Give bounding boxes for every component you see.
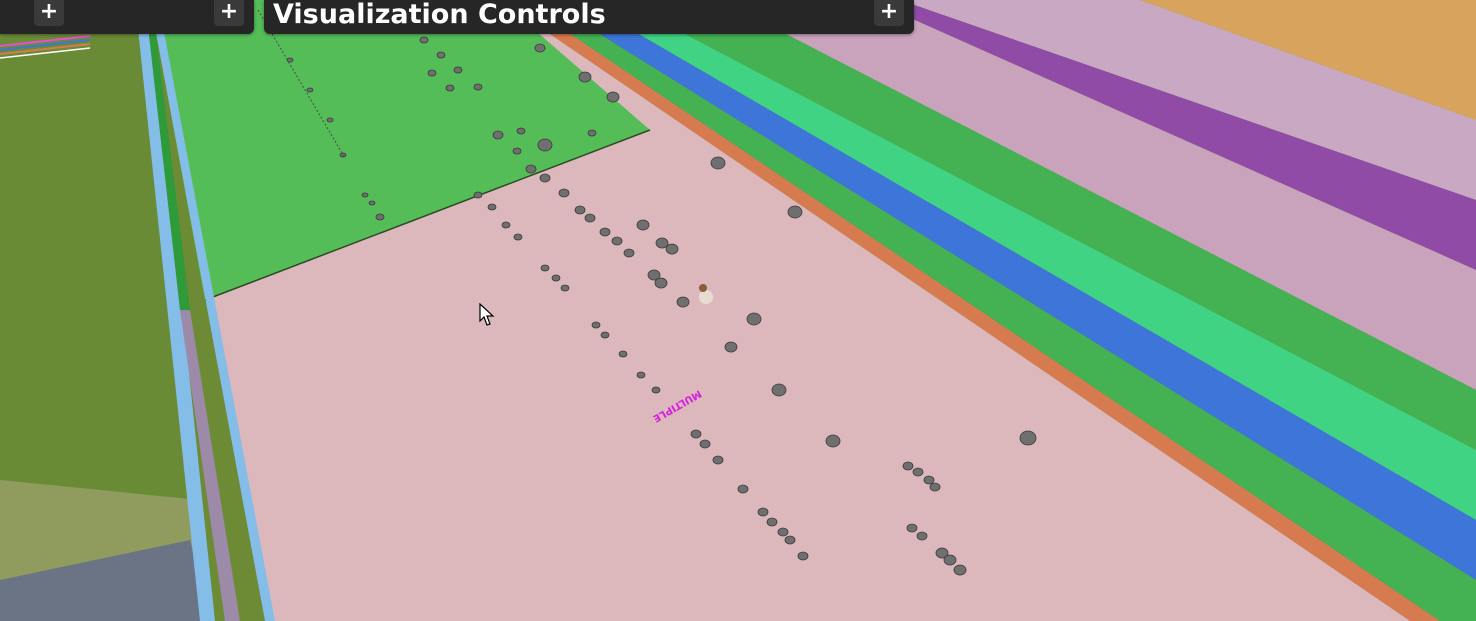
- scene-object: [436, 51, 446, 59]
- scene-object: [445, 84, 455, 92]
- scene-object: [777, 527, 789, 537]
- scene-object: [797, 551, 809, 561]
- scene-object: [757, 507, 769, 517]
- scene-object: [326, 117, 334, 123]
- scene-object: [787, 205, 803, 219]
- scene-object: [525, 164, 537, 174]
- scene-object: [512, 147, 522, 155]
- scene-object: [558, 188, 570, 198]
- scene-object: [473, 83, 483, 91]
- scene-object: [368, 200, 376, 206]
- visualization-controls-panel: Visualization Controls +: [264, 0, 914, 34]
- scene-object: [540, 264, 550, 272]
- add-button-visualization[interactable]: +: [874, 0, 904, 26]
- scene-object: [611, 236, 623, 246]
- scene-object: [513, 233, 523, 241]
- scene-object: [710, 156, 726, 170]
- scene-object: [690, 429, 702, 439]
- scene-object: [419, 36, 429, 44]
- scene-object: [712, 455, 724, 465]
- scene-object: [943, 554, 957, 566]
- scene-object: [1019, 430, 1037, 446]
- scene-object: [578, 71, 592, 83]
- scene-object: [551, 274, 561, 282]
- left-panel: + +: [0, 0, 254, 34]
- scene-object: [534, 43, 546, 53]
- scene-object: [636, 371, 646, 379]
- panel-title: Visualization Controls: [273, 0, 606, 30]
- scene-object: [724, 341, 738, 353]
- scene-object: [618, 350, 628, 358]
- scene-object: [427, 69, 437, 77]
- scene-object: [929, 482, 941, 492]
- scene-object: [375, 213, 385, 221]
- scene-object: [699, 439, 711, 449]
- scene-object: [587, 129, 597, 137]
- scene-object: [623, 248, 635, 258]
- scene-object: [361, 192, 369, 198]
- scene-object: [560, 284, 570, 292]
- scene-object: [902, 461, 914, 471]
- mouse-cursor-icon: [479, 303, 495, 326]
- scene-object: [676, 296, 690, 308]
- add-button-left-1[interactable]: +: [34, 0, 64, 26]
- scene-object: [501, 221, 511, 229]
- scene-object: [473, 191, 483, 199]
- scene-object: [784, 535, 796, 545]
- scene-object: [591, 321, 601, 329]
- scene-object: [600, 331, 610, 339]
- scene-object: [599, 227, 611, 237]
- scene-object: [916, 531, 928, 541]
- scene-object: [651, 386, 661, 394]
- scene-object: [516, 127, 526, 135]
- scene-object: [766, 517, 778, 527]
- scene-object: [286, 57, 294, 63]
- scene-object: [306, 87, 314, 93]
- scene-object: [665, 243, 679, 255]
- scene-object: [453, 66, 463, 74]
- scene-object: [655, 237, 669, 249]
- scene-object: [906, 523, 918, 533]
- scene-object: [606, 91, 620, 103]
- scene-object: [574, 205, 586, 215]
- scene-object: [953, 564, 967, 576]
- scene-object: [771, 383, 787, 397]
- 3d-viewport[interactable]: MULTIPLE: [0, 0, 1476, 621]
- scene-object: [636, 219, 650, 231]
- scene-object: [539, 173, 551, 183]
- scene-object: [912, 467, 924, 477]
- world-render[interactable]: [0, 0, 1476, 621]
- scene-object: [537, 138, 553, 152]
- scene-object: [923, 475, 935, 485]
- add-button-left-2[interactable]: +: [214, 0, 244, 26]
- scene-object: [746, 312, 762, 326]
- scene-object: [584, 213, 596, 223]
- scene-object: [825, 434, 841, 448]
- scene-object: [654, 277, 668, 289]
- scene-object: [737, 484, 749, 494]
- scene-object: [487, 203, 497, 211]
- scene-object: [492, 130, 504, 140]
